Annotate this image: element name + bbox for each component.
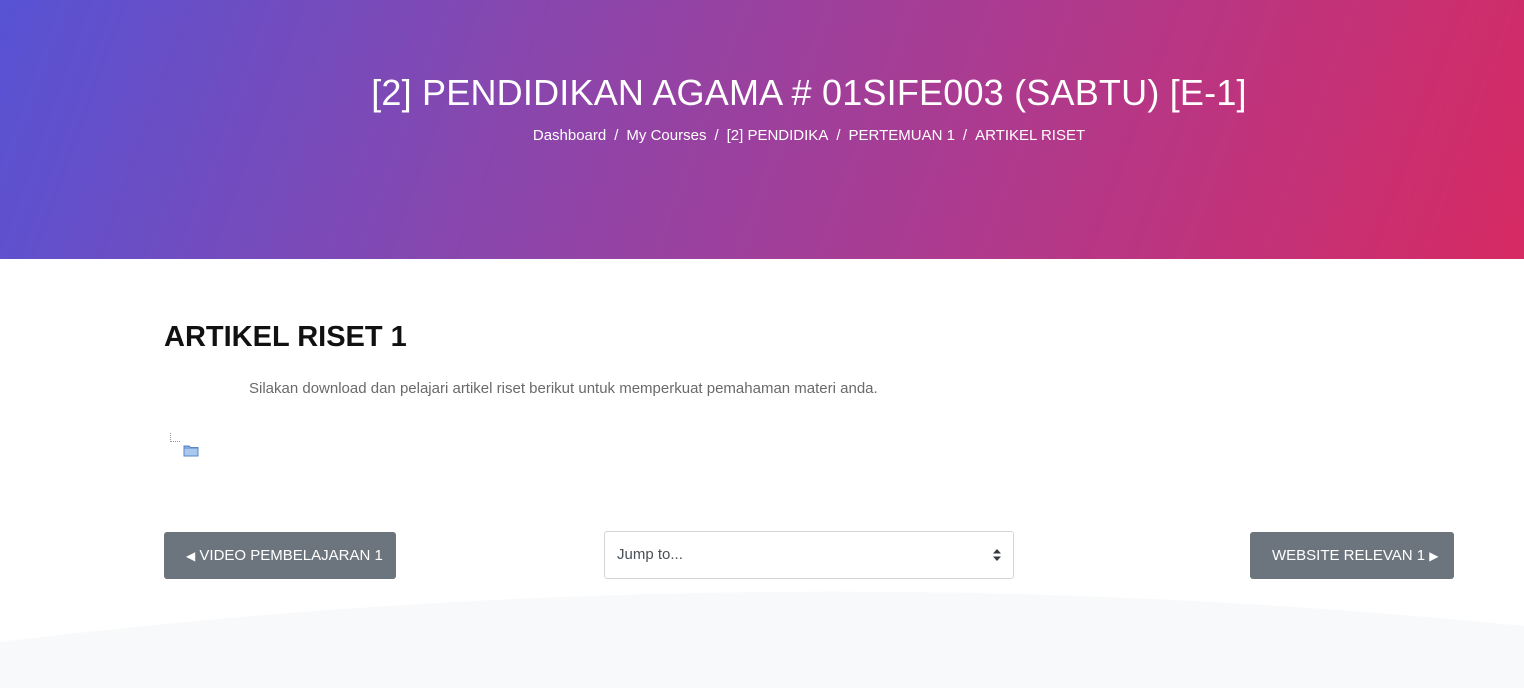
- breadcrumb-separator: /: [714, 127, 719, 144]
- footer-wave-decoration: [0, 591, 1524, 688]
- page-title: [2] PENDIDIKAN AGAMA # 01SIFE003 (SABTU)…: [371, 72, 1247, 113]
- next-activity-label: WEBSITE RELEVAN 1: [1272, 547, 1426, 564]
- arrow-left-icon: ◀: [186, 549, 196, 563]
- breadcrumb-separator: /: [962, 127, 968, 144]
- jump-to-select[interactable]: Jump to...: [604, 531, 1014, 579]
- next-activity-button[interactable]: WEBSITE RELEVAN 1 ▶: [1250, 532, 1454, 579]
- breadcrumb-my-courses[interactable]: My Courses: [626, 127, 706, 144]
- breadcrumb-section[interactable]: PERTEMUAN 1: [849, 127, 955, 144]
- tree-connector: [170, 433, 180, 442]
- arrow-right-icon: ▶: [1429, 549, 1439, 563]
- breadcrumb-course[interactable]: [2] PENDIDIKA: [727, 127, 829, 144]
- breadcrumb: Dashboard / My Courses / [2] PENDIDIKA / PERTE…: [0, 127, 1524, 144]
- folder-icon[interactable]: [183, 443, 199, 457]
- page-header: [2] PENDIDIKAN AGAMA # 01SIFE003 (SABTU)…: [0, 0, 1524, 259]
- activity-title: ARTIKEL RISET 1: [164, 321, 407, 353]
- breadcrumb-separator: /: [614, 127, 619, 144]
- breadcrumb-dashboard[interactable]: Dashboard: [533, 127, 606, 144]
- previous-activity-label: VIDEO PEMBELAJARAN 1: [199, 547, 383, 564]
- activity-description: Silakan download dan pelajari artikel ri…: [249, 380, 878, 397]
- sort-caret-icon: [993, 549, 1001, 561]
- previous-activity-button[interactable]: ◀ VIDEO PEMBELAJARAN 1: [164, 532, 396, 579]
- breadcrumb-separator: /: [836, 127, 841, 144]
- jump-to-value: Jump to...: [617, 546, 683, 563]
- breadcrumb-current[interactable]: ARTIKEL RISET: [975, 127, 1085, 144]
